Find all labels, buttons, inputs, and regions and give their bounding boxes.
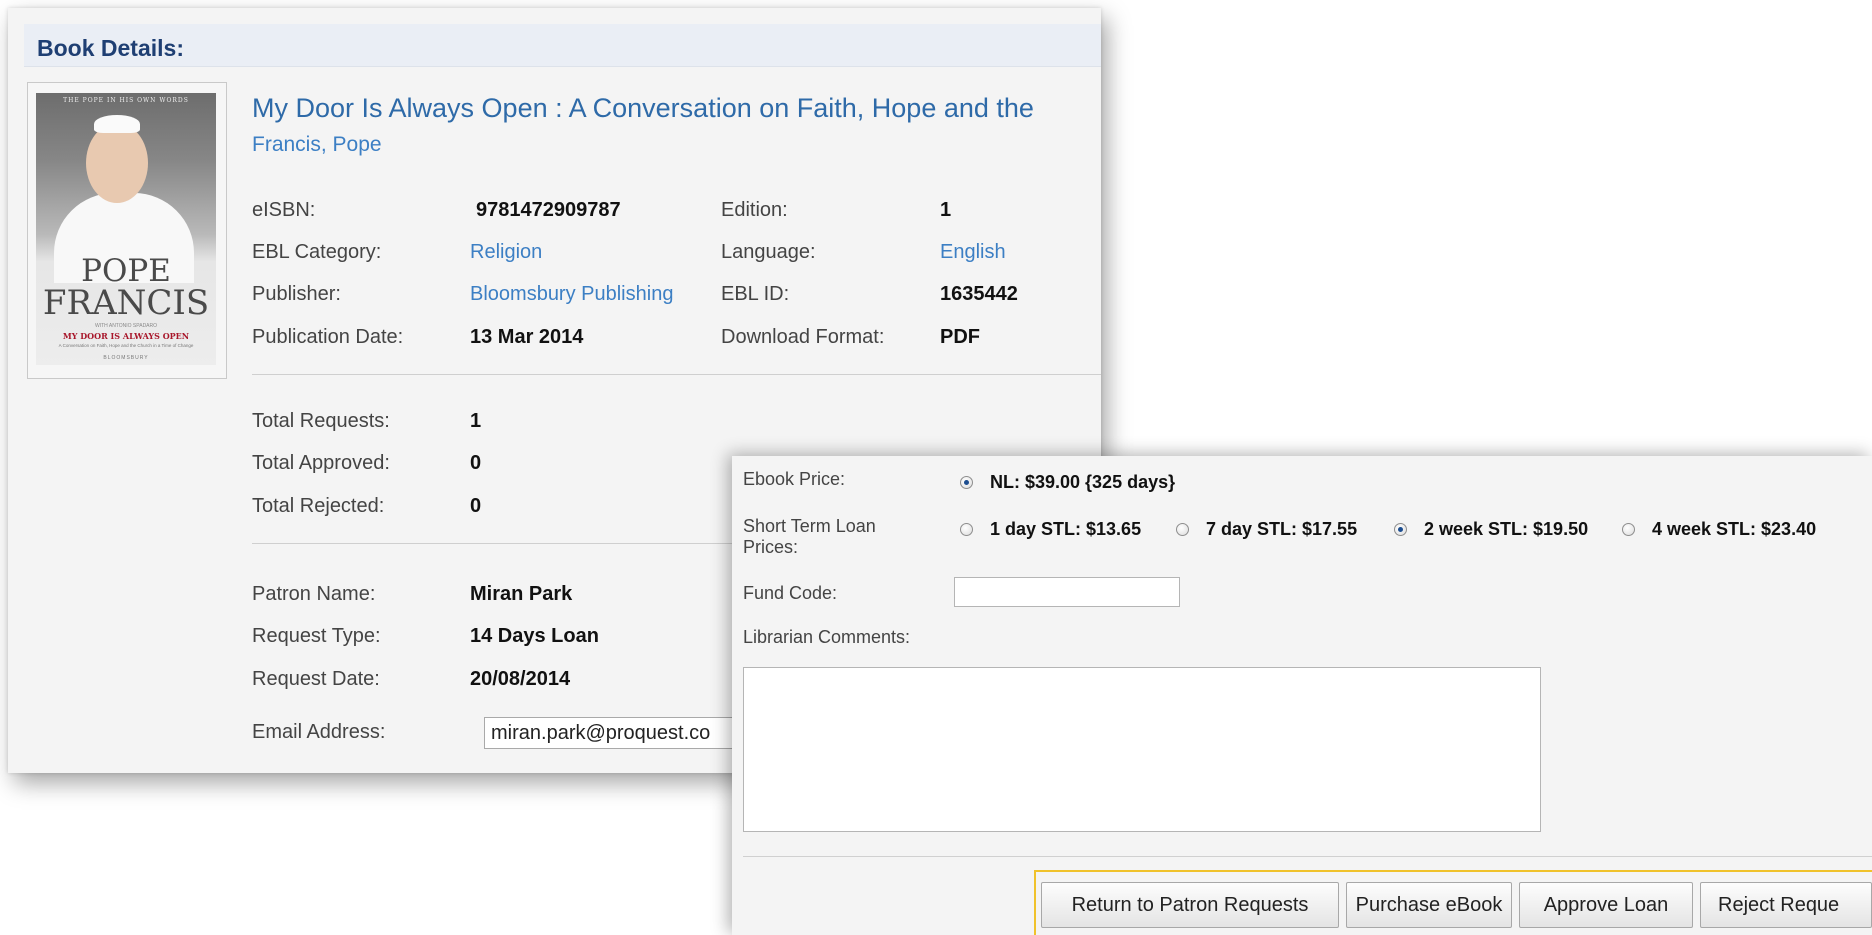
total-requests-value: 1 xyxy=(470,410,482,432)
total-approved-label: Total Approved: xyxy=(252,452,390,474)
request-type-label: Request Type: xyxy=(252,625,381,647)
patron-name-label: Patron Name: xyxy=(252,583,376,605)
cover-subtitle: MY DOOR IS ALWAYS OPEN xyxy=(62,331,190,341)
book-title-link[interactable]: My Door Is Always Open : A Conversation … xyxy=(252,93,1034,124)
total-rejected-label: Total Rejected: xyxy=(252,495,385,517)
divider xyxy=(252,374,1101,375)
stl-radio-2week[interactable] xyxy=(1394,523,1407,536)
stl-radio-7day[interactable] xyxy=(1176,523,1189,536)
cover-small-line-2: A Conversation on Faith, Hope and the Ch… xyxy=(58,343,194,348)
stl-option-4week-label[interactable]: 4 week STL: $23.40 xyxy=(1652,519,1816,540)
pubdate-label: Publication Date: xyxy=(252,326,404,348)
cover-small-line: WITH ANTONIO SPADARO xyxy=(94,323,158,329)
librarian-comments-textarea[interactable] xyxy=(743,667,1541,832)
total-requests-label: Total Requests: xyxy=(252,410,390,432)
format-value: PDF xyxy=(940,326,980,348)
cover-top-text: THE POPE IN HIS OWN WORDS xyxy=(63,97,189,104)
cover-publisher-mark: BLOOMSBURY xyxy=(103,355,149,361)
stl-option-7day-label[interactable]: 7 day STL: $17.55 xyxy=(1206,519,1357,540)
fund-code-label: Fund Code: xyxy=(743,583,838,603)
purchase-options-panel: Ebook Price: NL: $39.00 {325 days} Short… xyxy=(732,456,1872,935)
category-label: EBL Category: xyxy=(252,241,382,263)
book-author-link[interactable]: Francis, Pope xyxy=(252,133,382,157)
request-date-label: Request Date: xyxy=(252,668,380,690)
cover-title-francis: FRANCIS xyxy=(42,283,210,323)
pubdate-value: 13 Mar 2014 xyxy=(470,326,584,348)
category-link[interactable]: Religion xyxy=(470,241,542,264)
book-details-heading: Book Details: xyxy=(37,35,184,61)
edition-label: Edition: xyxy=(721,199,788,221)
librarian-comments-label: Librarian Comments: xyxy=(743,627,911,647)
publisher-link[interactable]: Bloomsbury Publishing xyxy=(470,283,673,306)
eisbn-label: eISBN: xyxy=(252,199,316,221)
eblid-label: EBL ID: xyxy=(721,283,790,305)
ebook-price-radio[interactable] xyxy=(960,476,973,489)
fund-code-input[interactable] xyxy=(954,577,1180,607)
publisher-label: Publisher: xyxy=(252,283,341,305)
purchase-ebook-button[interactable]: Purchase eBook xyxy=(1346,882,1512,928)
email-label: Email Address: xyxy=(252,721,386,743)
request-date-value: 20/08/2014 xyxy=(470,668,571,690)
approve-loan-button[interactable]: Approve Loan xyxy=(1519,882,1693,928)
request-type-value: 14 Days Loan xyxy=(470,625,599,647)
stl-radio-1day[interactable] xyxy=(960,523,973,536)
return-to-patron-requests-button[interactable]: Return to Patron Requests xyxy=(1041,882,1339,928)
ebook-price-option-label[interactable]: NL: $39.00 {325 days} xyxy=(990,472,1175,493)
stl-radio-4week[interactable] xyxy=(1622,523,1635,536)
eisbn-value: 9781472909787 xyxy=(476,199,621,221)
language-link[interactable]: English xyxy=(940,241,1006,264)
format-label: Download Format: xyxy=(721,326,885,348)
eblid-value: 1635442 xyxy=(940,283,1018,305)
ebook-price-label: Ebook Price: xyxy=(743,469,846,489)
language-label: Language: xyxy=(721,241,816,263)
reject-request-button[interactable]: Reject Reque xyxy=(1700,882,1872,928)
book-cover-image[interactable]: THE POPE IN HIS OWN WORDS POPE FRANCIS W… xyxy=(36,93,216,365)
stl-option-1day-label[interactable]: 1 day STL: $13.65 xyxy=(990,519,1141,540)
cover-figure-cap xyxy=(94,115,140,133)
patron-name-value: Miran Park xyxy=(470,583,573,605)
stl-label: Short Term Loan Prices: xyxy=(743,516,876,557)
stl-option-2week-label[interactable]: 2 week STL: $19.50 xyxy=(1424,519,1588,540)
total-rejected-value: 0 xyxy=(470,495,482,517)
edition-value: 1 xyxy=(940,199,952,221)
cover-figure-face xyxy=(86,123,148,203)
total-approved-value: 0 xyxy=(470,452,482,474)
divider xyxy=(743,856,1872,857)
book-details-header: Book Details: xyxy=(24,24,1101,67)
